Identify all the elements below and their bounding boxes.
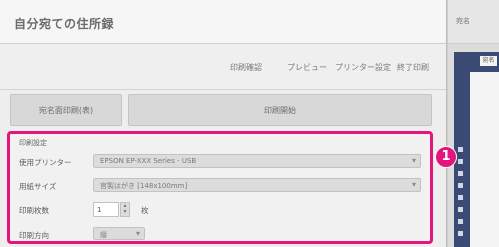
list-marker	[458, 231, 463, 236]
list-marker	[458, 207, 463, 212]
list-marker	[458, 219, 463, 224]
side-panel-header-text: 宛名	[456, 17, 470, 25]
list-marker	[458, 171, 463, 176]
window-title: 自分宛ての住所録	[14, 17, 115, 31]
paper-size-select[interactable]: 官製はがき [148x100mm] ▾	[93, 178, 421, 192]
side-panel-header: 宛名	[448, 0, 499, 44]
side-panel-frame: 宛名	[454, 52, 499, 247]
toolbar-finish-link[interactable]: 終了印刷	[397, 62, 429, 73]
side-panel: 宛名 宛名	[448, 0, 499, 247]
toolbar-preview-link[interactable]: プレビュー	[287, 62, 327, 73]
callout-badge: 1	[435, 146, 457, 168]
toolbar-print-check-link[interactable]: 印刷確認	[230, 62, 262, 73]
orientation-label: 印刷方向	[19, 231, 49, 240]
title-bar: 自分宛ての住所録	[0, 0, 446, 44]
toolbar: 印刷確認 プレビュー プリンター設定 終了印刷	[0, 45, 446, 90]
copies-input[interactable]	[93, 202, 119, 217]
copies-stepper[interactable]: ▴ ▾	[120, 202, 130, 217]
paper-size-select-value: 官製はがき [148x100mm]	[100, 182, 188, 190]
chevron-down-icon: ▾	[411, 180, 416, 189]
copies-unit: 枚	[141, 206, 149, 215]
print-settings-highlight: 印刷設定 使用プリンター EPSON EP-XXX Series - USB ▾…	[7, 131, 433, 244]
callout-number: 1	[441, 149, 451, 164]
paper-size-label: 用紙サイズ	[19, 182, 57, 191]
orientation-select-value: 縦	[100, 231, 107, 239]
printer-label: 使用プリンター	[19, 158, 72, 167]
list-marker	[458, 183, 463, 188]
side-panel-sheet	[470, 72, 499, 247]
printer-select-value: EPSON EP-XXX Series - USB	[100, 157, 197, 165]
stepper-down-icon[interactable]: ▾	[121, 209, 129, 215]
print-settings-heading: 印刷設定	[19, 139, 47, 147]
printer-select[interactable]: EPSON EP-XXX Series - USB ▾	[93, 154, 421, 168]
chevron-down-icon: ▾	[411, 156, 416, 165]
toolbar-printer-settings-link[interactable]: プリンター設定	[335, 62, 391, 73]
address-side-print-button[interactable]: 宛名面印刷(表)	[10, 94, 122, 126]
chevron-down-icon: ▾	[135, 229, 140, 238]
print-dialog-window: 自分宛ての住所録 印刷確認 プレビュー プリンター設定 終了印刷 宛名面印刷(表…	[0, 0, 447, 247]
list-marker	[458, 147, 463, 152]
list-marker	[458, 195, 463, 200]
orientation-select[interactable]: 縦 ▾	[93, 227, 145, 240]
list-marker	[458, 159, 463, 164]
side-panel-tag[interactable]: 宛名	[480, 56, 497, 66]
copies-label: 印刷枚数	[19, 206, 49, 215]
start-print-button[interactable]: 印刷開始	[128, 94, 432, 126]
